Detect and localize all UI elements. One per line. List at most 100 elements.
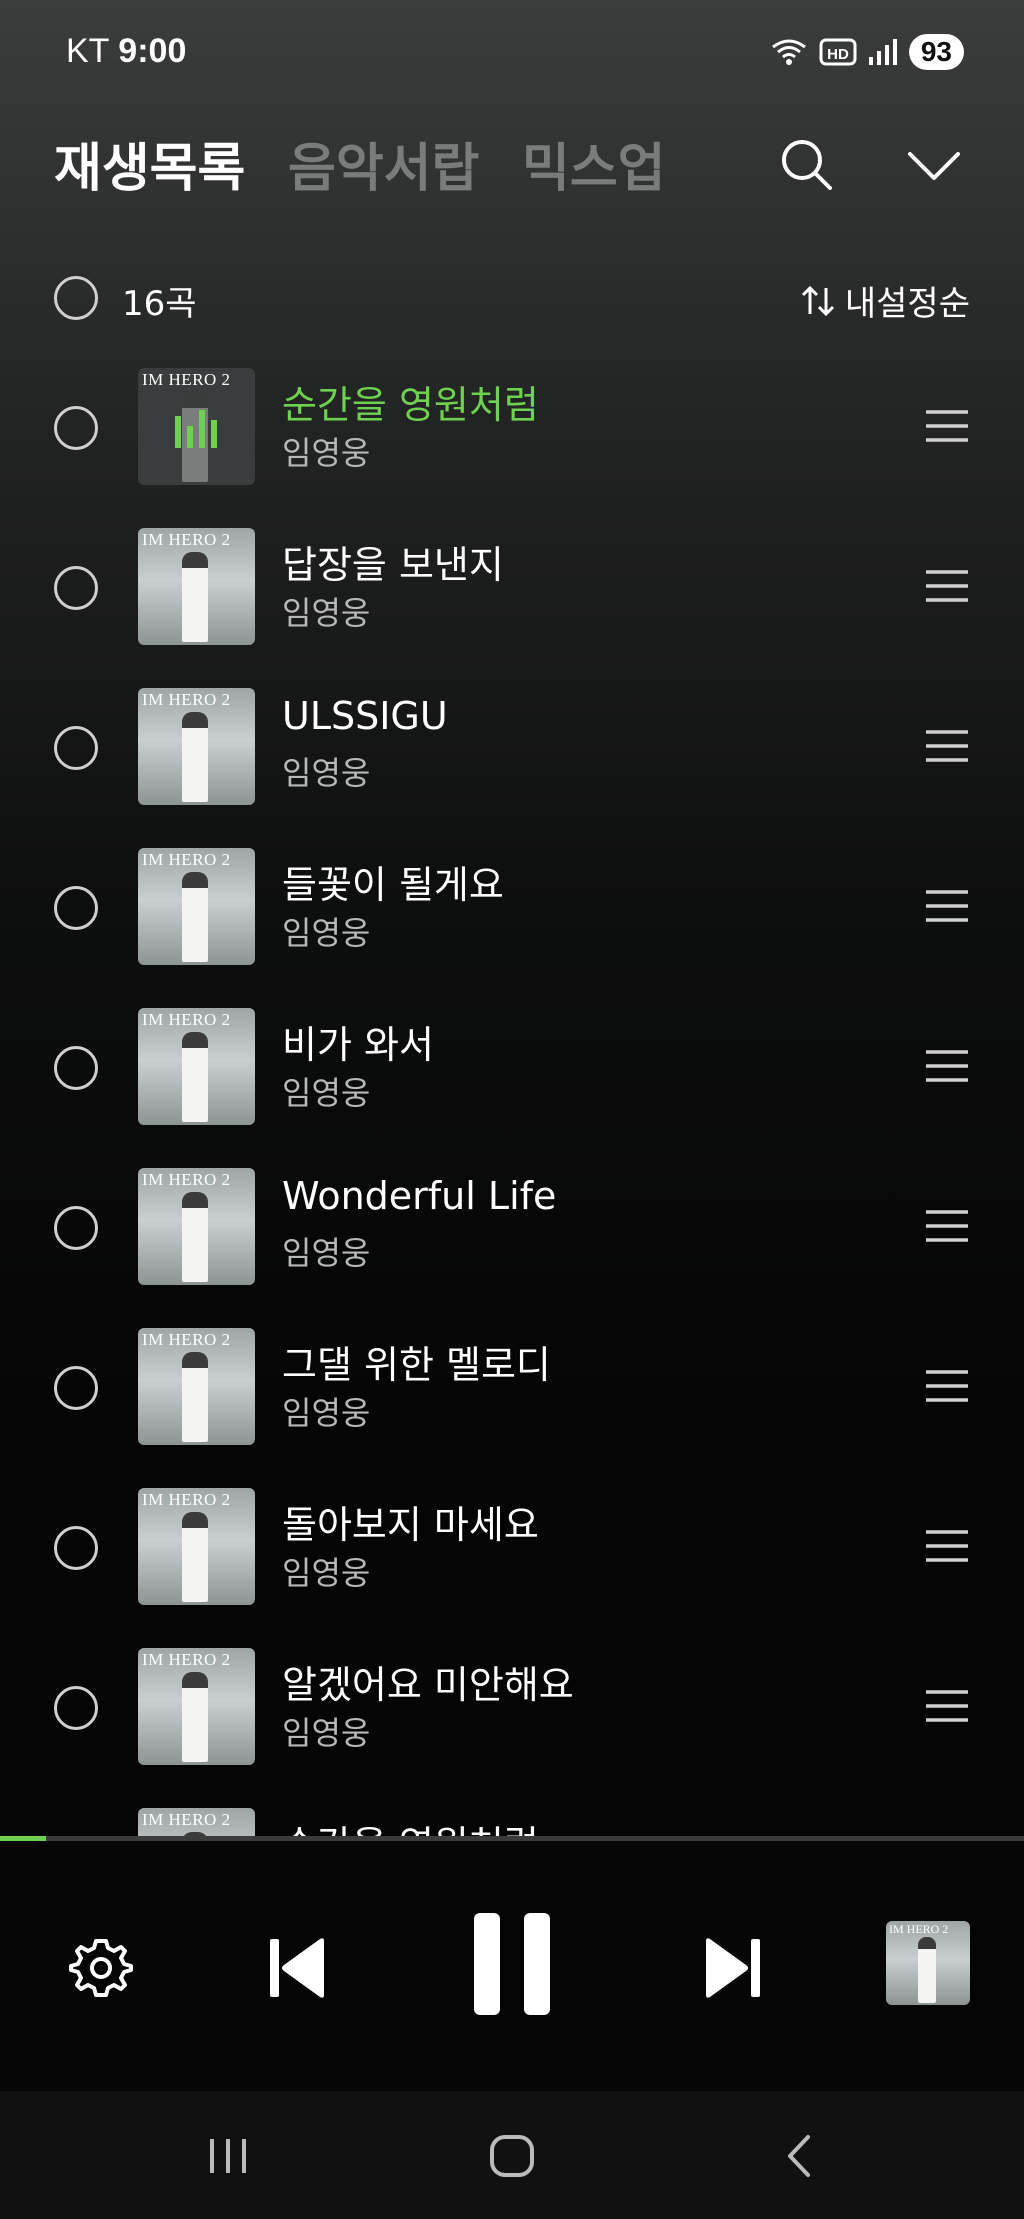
- track-title: 순간을 영원처럼: [282, 1814, 539, 1836]
- svg-text:HD: HD: [827, 46, 849, 63]
- track-row[interactable]: IM HERO 2 Wonderful Life 임영웅: [0, 1168, 1024, 1328]
- album-cover-text: IM HERO 2: [142, 530, 231, 549]
- track-album-art: IM HERO 2: [138, 1168, 255, 1285]
- album-cover-text: IM HERO 2: [142, 1170, 231, 1189]
- track-artist: 임영웅: [282, 434, 371, 472]
- carrier-label: KT: [66, 32, 109, 70]
- album-figure: [182, 1672, 208, 1762]
- track-album-art: IM HERO 2: [138, 1488, 255, 1605]
- track-row[interactable]: IM HERO 2 답장을 보낸지임영웅: [0, 528, 1024, 688]
- track-select-checkbox[interactable]: [54, 1366, 98, 1410]
- sort-label: 내설정순: [844, 284, 970, 324]
- album-figure: [182, 1352, 208, 1442]
- album-cover-text: IM HERO 2: [142, 370, 231, 389]
- sort-icon: [801, 285, 834, 316]
- tab-mixup[interactable]: 믹스업: [522, 126, 666, 201]
- album-figure: [182, 552, 208, 642]
- home-icon[interactable]: [482, 2131, 542, 2181]
- now-playing-equalizer-icon: [175, 410, 217, 448]
- album-figure: [182, 872, 208, 962]
- track-title: 알겠어요 미안해요: [282, 1663, 574, 1707]
- tab-music-drawer[interactable]: 음악서랍: [288, 126, 479, 201]
- track-count: 16곡: [122, 284, 197, 324]
- track-select-checkbox[interactable]: [54, 566, 98, 610]
- track-album-art: IM HERO 2: [138, 1808, 255, 1836]
- pause-icon[interactable]: [470, 1909, 554, 2019]
- previous-icon[interactable]: [266, 1933, 330, 2003]
- system-nav-bar: [0, 2091, 1024, 2219]
- header: 재생목록 음악서랍 믹스업: [0, 120, 1024, 200]
- signal-icon: [868, 39, 897, 65]
- status-bar: KT 9:00 HD 93: [0, 0, 1024, 110]
- album-cover-text: IM HERO 2: [889, 1922, 949, 1936]
- player-bar: IM HERO 2: [0, 1841, 1024, 2091]
- track-album-art: IM HERO 2: [138, 1008, 255, 1125]
- track-row[interactable]: IM HERO 2 그댈 위한 멜로디 임영웅: [0, 1328, 1024, 1488]
- drag-handle-icon[interactable]: [924, 728, 970, 764]
- list-header: 16곡 내설정순: [0, 268, 1024, 328]
- track-list: IM HERO 2 순간을 영원처럼 임영웅 IM HERO 2 답장을 보낸지 임영웅 I…: [0, 368, 1024, 1836]
- track-select-checkbox[interactable]: [54, 406, 98, 450]
- hd-icon: HD: [819, 38, 857, 66]
- track-row[interactable]: IM HERO 2 순간을 영원처럼: [0, 1808, 1024, 1836]
- track-select-checkbox[interactable]: [54, 886, 98, 930]
- drag-handle-icon[interactable]: [924, 888, 970, 924]
- recent-apps-icon[interactable]: [198, 2131, 258, 2181]
- track-title: 비가 와서: [282, 1023, 434, 1067]
- album-figure: [182, 1192, 208, 1282]
- now-playing-album-art[interactable]: IM HERO 2: [886, 1921, 970, 2005]
- drag-handle-icon[interactable]: [924, 1528, 970, 1564]
- chevron-down-icon[interactable]: [902, 132, 966, 196]
- track-album-art: IM HERO 2: [138, 688, 255, 805]
- track-album-art: IM HERO 2: [138, 1648, 255, 1765]
- track-album-art: IM HERO 2: [138, 368, 255, 485]
- track-artist: 임영웅: [282, 914, 371, 952]
- track-artist: 임영웅: [282, 1234, 371, 1272]
- track-title: ULSSIGU: [282, 694, 448, 738]
- album-cover-text: IM HERO 2: [142, 690, 231, 709]
- sort-button[interactable]: 내설정순: [799, 276, 970, 325]
- battery-icon: 93: [908, 34, 964, 70]
- track-row[interactable]: IM HERO 2 들꽃이 될게요 임영웅: [0, 848, 1024, 1008]
- back-icon[interactable]: [770, 2131, 830, 2181]
- select-all-checkbox[interactable]: [54, 276, 98, 320]
- album-cover-text: IM HERO 2: [142, 1650, 231, 1669]
- drag-handle-icon[interactable]: [924, 408, 970, 444]
- settings-icon[interactable]: [68, 1935, 134, 2001]
- track-artist: 임영웅: [282, 1714, 371, 1752]
- track-album-art: IM HERO 2: [138, 848, 255, 965]
- track-row[interactable]: IM HERO 2 비가 와서임영웅: [0, 1008, 1024, 1168]
- track-row[interactable]: IM HERO 2 ULSSIGU 임영웅: [0, 688, 1024, 848]
- track-row[interactable]: IM HERO 2 알겠어요 미안해요임영웅: [0, 1648, 1024, 1808]
- next-icon[interactable]: [700, 1933, 764, 2003]
- wifi-icon: [771, 39, 806, 65]
- track-select-checkbox[interactable]: [54, 1686, 98, 1730]
- tab-playlist[interactable]: 재생목록: [54, 126, 245, 201]
- status-carrier-time: KT 9:00: [66, 32, 186, 71]
- track-select-checkbox[interactable]: [54, 1526, 98, 1570]
- album-cover-text: IM HERO 2: [142, 1010, 231, 1029]
- drag-handle-icon[interactable]: [924, 1688, 970, 1724]
- track-artist: 임영웅: [282, 1394, 371, 1432]
- track-select-checkbox[interactable]: [54, 726, 98, 770]
- album-cover-text: IM HERO 2: [142, 1490, 231, 1509]
- drag-handle-icon[interactable]: [924, 1368, 970, 1404]
- track-artist: 임영웅: [282, 594, 371, 632]
- track-title: Wonderful Life: [282, 1174, 557, 1218]
- track-album-art: IM HERO 2: [138, 1328, 255, 1445]
- track-select-checkbox[interactable]: [54, 1206, 98, 1250]
- drag-handle-icon[interactable]: [924, 568, 970, 604]
- album-figure: [182, 1512, 208, 1602]
- album-cover-text: IM HERO 2: [142, 1330, 231, 1349]
- drag-handle-icon[interactable]: [924, 1048, 970, 1084]
- track-album-art: IM HERO 2: [138, 528, 255, 645]
- track-title: 순간을 영원처럼: [282, 383, 539, 427]
- drag-handle-icon[interactable]: [924, 1208, 970, 1244]
- track-row[interactable]: IM HERO 2 돌아보지 마세요 임영웅: [0, 1488, 1024, 1648]
- search-icon[interactable]: [774, 132, 838, 196]
- status-icons: HD 93: [769, 34, 964, 70]
- track-title: 답장을 보낸지: [282, 543, 504, 587]
- track-select-checkbox[interactable]: [54, 1046, 98, 1090]
- track-row[interactable]: IM HERO 2 순간을 영원처럼임영웅: [0, 368, 1024, 528]
- track-artist: 임영웅: [282, 1074, 371, 1112]
